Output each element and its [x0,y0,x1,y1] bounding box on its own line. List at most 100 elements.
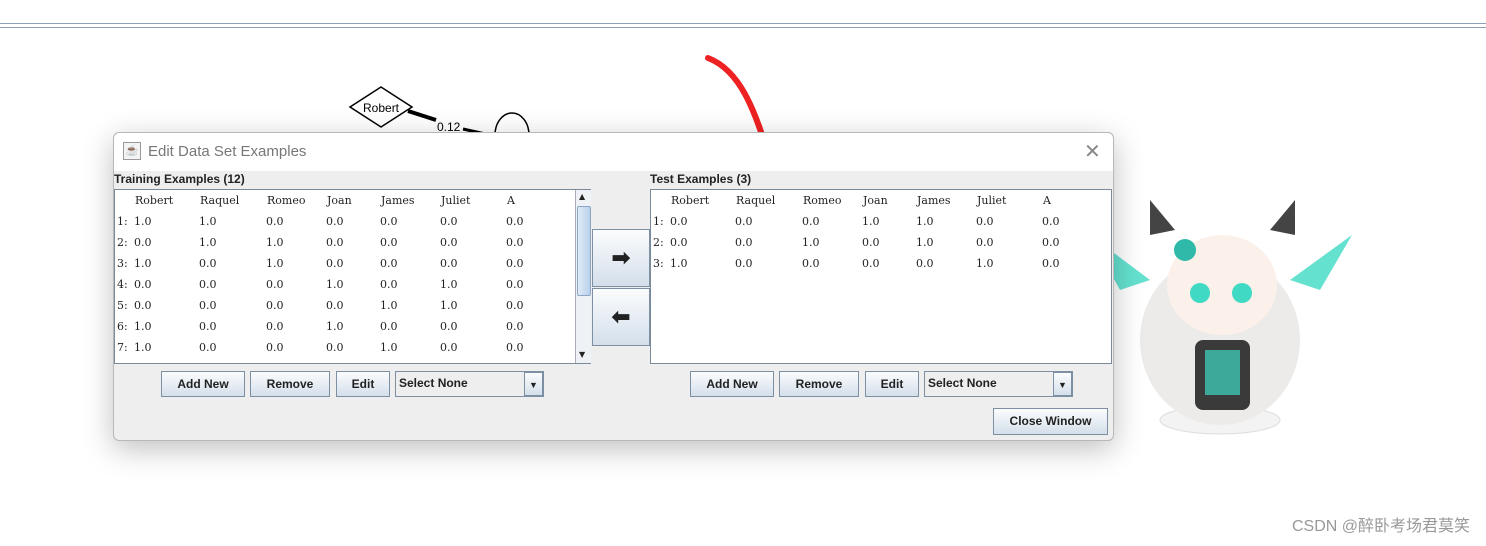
test-add-new-button[interactable]: Add New [690,371,774,397]
cell-value: 0.0 [380,320,398,333]
move-to-test-button[interactable]: ➡ [592,229,650,287]
cell-value: 0.0 [802,215,820,228]
cell-value: 1.0 [802,236,820,249]
row-index: 1: [117,215,128,228]
test-table[interactable]: Robert Raquel Romeo Joan James Juliet A 1: 0.0 0.… [650,189,1112,364]
column-header[interactable]: Romeo [267,194,305,207]
table-row[interactable]: 1: 0.0 0.0 0.0 1.0 1.0 0.0 0.0 [651,215,1106,231]
cell-value: 0.0 [266,341,284,354]
test-remove-button[interactable]: Remove [779,371,859,397]
node-label: Robert [363,101,400,115]
close-icon[interactable]: ✕ [1084,139,1101,164]
title-bar[interactable]: ☕ Edit Data Set Examples ✕ [114,133,1113,171]
chevron-down-icon[interactable]: ▼ [524,372,543,396]
cell-value: 1.0 [976,257,994,270]
cell-value: 0.0 [380,215,398,228]
training-remove-button[interactable]: Remove [250,371,330,397]
cell-value: 0.0 [326,341,344,354]
column-header[interactable]: Joan [863,194,888,207]
row-index: 2: [117,236,128,249]
cell-value: 1.0 [134,320,152,333]
cell-value: 0.0 [326,257,344,270]
table-row[interactable]: 3: 1.0 0.0 0.0 0.0 0.0 1.0 0.0 [651,257,1106,273]
table-row[interactable]: 2: 0.0 0.0 1.0 0.0 1.0 0.0 0.0 [651,236,1106,252]
column-header[interactable]: Romeo [803,194,841,207]
cell-value: 0.0 [199,320,217,333]
test-label: Test Examples (3) [650,172,752,186]
cell-value: 0.0 [326,236,344,249]
table-row[interactable]: 4: 0.0 0.0 0.0 1.0 0.0 1.0 0.0 [115,278,570,294]
table-row[interactable]: 5: 0.0 0.0 0.0 0.0 1.0 1.0 0.0 [115,299,570,315]
select-value: Select None [928,376,997,390]
cell-value: 1.0 [134,341,152,354]
cell-value: 1.0 [862,215,880,228]
close-window-button[interactable]: Close Window [993,408,1108,435]
row-index: 2: [653,236,664,249]
column-header[interactable]: Joan [327,194,352,207]
cell-value: 0.0 [266,215,284,228]
row-index: 3: [653,257,664,270]
top-divider [0,23,1486,28]
column-header[interactable]: Juliet [441,194,470,207]
chevron-down-icon[interactable]: ▼ [1053,372,1072,396]
row-index: 6: [117,320,128,333]
cell-value: 0.0 [266,299,284,312]
column-header[interactable]: A [1043,194,1051,207]
table-row[interactable]: 3: 1.0 0.0 1.0 0.0 0.0 0.0 0.0 [115,257,570,273]
edge [407,109,437,122]
cell-value: 0.0 [862,236,880,249]
column-header[interactable]: James [381,194,415,207]
column-header[interactable]: Raquel [200,194,239,207]
table-row[interactable]: 2: 0.0 1.0 1.0 0.0 0.0 0.0 0.0 [115,236,570,252]
cell-value: 0.0 [506,257,524,270]
column-header[interactable]: Raquel [736,194,775,207]
cell-value: 0.0 [440,236,458,249]
cell-value: 1.0 [199,236,217,249]
cell-value: 0.0 [440,320,458,333]
training-scrollbar[interactable]: ▲ ▼ [575,190,591,363]
cell-value: 0.0 [266,278,284,291]
cell-value: 1.0 [326,320,344,333]
table-row[interactable]: 6: 1.0 0.0 0.0 1.0 0.0 0.0 0.0 [115,320,570,336]
cell-value: 0.0 [199,299,217,312]
test-select-dropdown[interactable]: Select None ▼ [924,371,1073,397]
training-label: Training Examples (12) [114,172,245,186]
watermark: CSDN @醉卧考场君莫笑 [1291,518,1470,535]
cell-value: 0.0 [326,299,344,312]
cell-value: 0.0 [862,257,880,270]
cell-value: 0.0 [670,215,688,228]
scroll-thumb[interactable] [577,206,591,296]
cell-value: 0.0 [199,278,217,291]
training-select-dropdown[interactable]: Select None ▼ [395,371,544,397]
column-header[interactable]: A [507,194,515,207]
training-edit-button[interactable]: Edit [336,371,390,397]
cell-value: 0.0 [506,236,524,249]
column-header[interactable]: Robert [671,194,709,207]
training-add-new-button[interactable]: Add New [161,371,245,397]
column-header[interactable]: James [917,194,951,207]
column-header[interactable]: Juliet [977,194,1006,207]
cell-value: 0.0 [802,257,820,270]
cell-value: 0.0 [134,299,152,312]
cell-value: 0.0 [670,236,688,249]
scroll-up-icon[interactable]: ▲ [579,192,585,201]
table-row[interactable]: 1: 1.0 1.0 0.0 0.0 0.0 0.0 0.0 [115,215,570,231]
table-row[interactable]: 7: 1.0 0.0 0.0 0.0 1.0 0.0 0.0 [115,341,570,357]
cell-value: 1.0 [380,341,398,354]
cell-value: 1.0 [266,236,284,249]
cell-value: 0.0 [506,278,524,291]
scroll-down-icon[interactable]: ▼ [579,350,585,359]
cell-value: 0.0 [1042,215,1060,228]
move-to-training-button[interactable]: ⬅ [592,288,650,346]
cell-value: 1.0 [916,215,934,228]
cell-value: 1.0 [199,215,217,228]
test-edit-button[interactable]: Edit [865,371,919,397]
cell-value: 0.0 [506,341,524,354]
training-table[interactable]: ▲ ▼ Robert Raquel Romeo Joan James Juliet A 1: 1… [114,189,591,364]
column-header[interactable]: Robert [135,194,173,207]
row-index: 5: [117,299,128,312]
row-index: 7: [117,341,128,354]
cell-value: 0.0 [916,257,934,270]
cell-value: 0.0 [266,320,284,333]
cell-value: 0.0 [199,341,217,354]
